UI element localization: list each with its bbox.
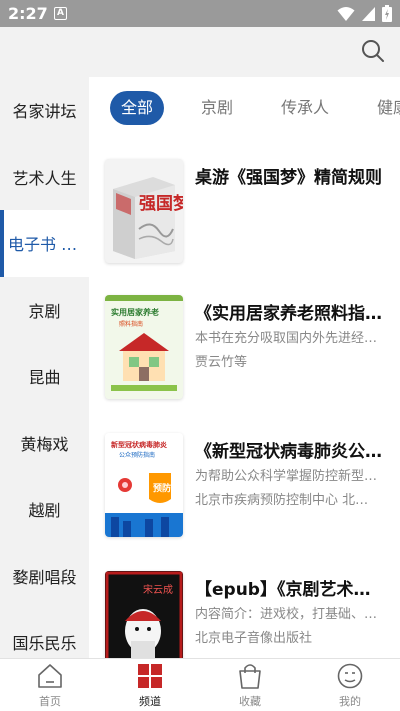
tab-health[interactable]: 健康 [377,91,400,125]
cover-title-art: 宋云成 [143,583,173,596]
book-author: 贾云竹等 [195,355,248,370]
search-icon [362,40,384,62]
sidebar-item-folk-music[interactable]: 国乐民乐 [0,609,89,658]
nav-label: 我的 [339,695,361,708]
book-cover: 宋云成 [105,571,183,658]
cover-title-art: 强国梦 [139,193,183,214]
cover-title-art: 实用居家养老 [111,307,159,317]
cover-subtitle-art: 公众预防指南 [119,451,155,459]
sidebar-item-peking-opera[interactable]: 京剧 [0,277,89,344]
nav-label: 首页 [39,695,61,708]
main-content: 全部 京剧 传承人 健康 强国梦 桌游《强国梦》精简规则 实用 [89,77,400,658]
status-bar: 2:27 A [0,0,400,27]
nav-channel[interactable]: 频道 [100,659,200,711]
book-item[interactable]: 宋云成 【epub】《京剧艺术传承》 内容简介：进戏校，打基础、学唱腔 北京电子… [89,571,400,658]
battery-icon [382,5,392,22]
top-bar [0,27,400,77]
status-icons [337,5,392,22]
book-item[interactable]: 新型冠状病毒肺炎 公众预防指南 预防 《新型冠状病毒肺炎公众预防指南》 为帮助公… [89,433,400,543]
sidebar-item-label: 国乐民乐 [12,634,77,654]
book-cover: 实用居家养老 照料指南 [105,295,183,399]
book-author: 北京市疾病预防控制中心 北京市卫生健康委员会 [195,493,381,508]
nav-profile[interactable]: 我的 [300,659,400,711]
sidebar-item-label: 越剧 [28,501,61,521]
profile-icon [337,663,363,689]
book-description: 为帮助公众科学掌握防控新型冠状病毒肺炎 [195,469,381,484]
book-item[interactable]: 强国梦 桌游《强国梦》精简规则 [89,159,400,269]
book-title: 《新型冠状病毒肺炎公众预防指南》 [195,442,387,462]
cover-badge-art: 预防 [153,482,171,494]
sidebar-item-famous-lectures[interactable]: 名家讲坛 [0,77,89,144]
sidebar-item-label: 京剧 [28,301,61,321]
sidebar-item-label: 电子书 有声书 [8,235,86,255]
nav-label: 收藏 [239,695,261,708]
channel-grid-icon [138,664,162,688]
search-button[interactable] [360,38,386,64]
sidebar-item-kunqu[interactable]: 昆曲 [0,343,89,410]
cover-title-art: 新型冠状病毒肺炎 [111,440,167,449]
favorites-bag-icon [239,664,261,689]
sidebar-item-label: 昆曲 [28,368,61,388]
sidebar-item-yue-opera[interactable]: 越剧 [0,476,89,543]
sidebar-item-wu-opera[interactable]: 婺剧唱段 [0,543,89,610]
cover-subtitle-art: 照料指南 [119,320,143,328]
book-title: 【epub】《京剧艺术传承》 [195,580,387,600]
tab-all[interactable]: 全部 [110,91,164,125]
signal-icon [362,6,375,21]
notification-icon: A [54,7,67,20]
sidebar-item-label: 艺术人生 [12,168,77,188]
book-description: 内容简介：进戏校，打基础、学唱腔 [195,607,381,622]
filter-tabs: 全部 京剧 传承人 健康 [89,91,400,127]
wifi-icon [337,6,355,21]
book-cover: 新型冠状病毒肺炎 公众预防指南 预防 [105,433,183,537]
sidebar-item-huangmei-opera[interactable]: 黄梅戏 [0,410,89,477]
tab-inheritors[interactable]: 传承人 [281,91,329,125]
book-title: 桌游《强国梦》精简规则 [195,168,382,188]
sidebar-item-art-life[interactable]: 艺术人生 [0,144,89,211]
book-cover: 强国梦 [105,159,183,263]
nav-home[interactable]: 首页 [0,659,100,711]
nav-label: 频道 [139,695,161,708]
category-sidebar: 名家讲坛 艺术人生 电子书 有声书 京剧 昆曲 黄梅戏 越剧 婺剧唱段 国乐民乐 [0,77,89,658]
sidebar-item-ebooks-audiobooks[interactable]: 电子书 有声书 [0,210,89,277]
book-description: 本书在充分吸取国内外先进经验的基础上 [195,331,381,346]
nav-favorites[interactable]: 收藏 [200,659,300,711]
home-icon [38,664,62,688]
status-time: 2:27 [8,4,48,23]
book-author: 北京电子音像出版社 [195,631,313,646]
bottom-navigation: 首页 频道 收藏 我的 [0,658,400,711]
tab-peking-opera[interactable]: 京剧 [201,91,233,125]
sidebar-item-label: 黄梅戏 [20,434,69,454]
book-item[interactable]: 实用居家养老 照料指南 《实用居家养老照料指南》 本书在充分吸取国内外先进经验的… [89,295,400,405]
sidebar-item-label: 名家讲坛 [12,102,77,122]
sidebar-item-label: 婺剧唱段 [12,567,77,587]
book-title: 《实用居家养老照料指南》 [195,304,387,324]
